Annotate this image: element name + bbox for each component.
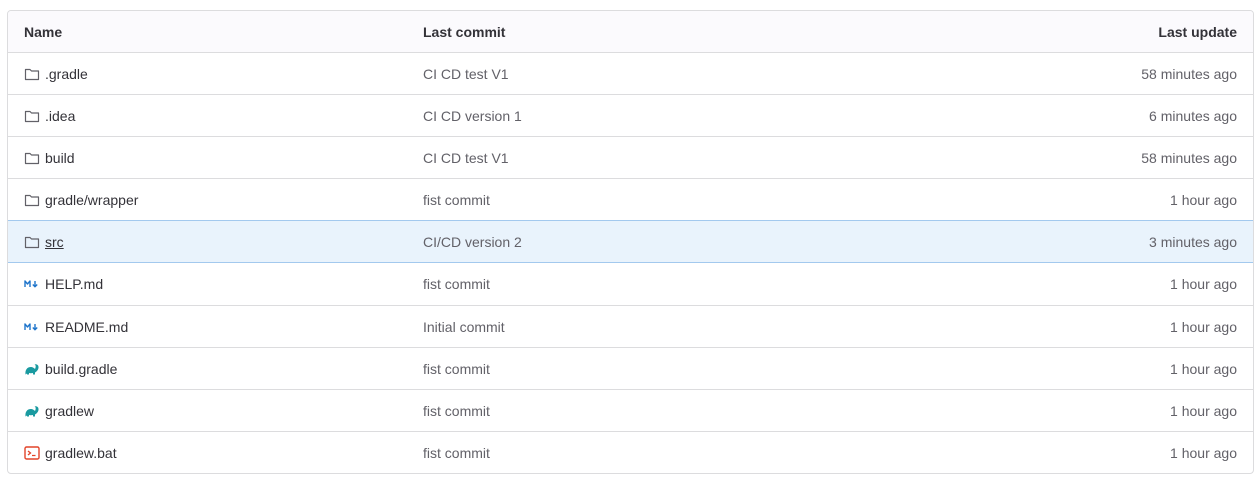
commit-message-link[interactable]: fist commit bbox=[423, 192, 993, 208]
table-row[interactable]: gradlew fist commit 1 hour ago bbox=[8, 389, 1253, 431]
file-name-link[interactable]: .gradle bbox=[45, 66, 88, 82]
last-update-time: 1 hour ago bbox=[1170, 444, 1237, 461]
file-name-link[interactable]: build.gradle bbox=[45, 361, 117, 377]
file-name-link[interactable]: gradlew bbox=[45, 403, 94, 419]
commit-message-link[interactable]: CI CD test V1 bbox=[423, 150, 993, 166]
last-update-time: 58 minutes ago bbox=[1141, 149, 1237, 166]
commit-message-link[interactable]: fist commit bbox=[423, 276, 993, 292]
commit-message-link[interactable]: fist commit bbox=[423, 361, 993, 377]
table-row[interactable]: gradlew.bat fist commit 1 hour ago bbox=[8, 431, 1253, 473]
last-update-time: 58 minutes ago bbox=[1141, 65, 1237, 82]
file-name-link[interactable]: HELP.md bbox=[45, 276, 103, 292]
table-row[interactable]: build.gradle fist commit 1 hour ago bbox=[8, 347, 1253, 389]
table-row[interactable]: README.md Initial commit 1 hour ago bbox=[8, 305, 1253, 347]
file-name-link[interactable]: gradlew.bat bbox=[45, 445, 117, 461]
folder-icon bbox=[24, 66, 40, 82]
commit-message-link[interactable]: fist commit bbox=[423, 445, 993, 461]
terminal-icon bbox=[24, 445, 40, 461]
last-update-time: 1 hour ago bbox=[1170, 360, 1237, 377]
header-last-update: Last update bbox=[1158, 23, 1237, 40]
table-row[interactable]: gradle/wrapper fist commit 1 hour ago bbox=[8, 178, 1253, 220]
last-update-time: 1 hour ago bbox=[1170, 318, 1237, 335]
table-row[interactable]: .gradle CI CD test V1 58 minutes ago bbox=[8, 52, 1253, 94]
commit-message-link[interactable]: Initial commit bbox=[423, 319, 993, 335]
commit-message-link[interactable]: CI CD test V1 bbox=[423, 66, 993, 82]
table-row[interactable]: src CI/CD version 2 3 minutes ago bbox=[8, 220, 1253, 263]
folder-icon bbox=[24, 192, 40, 208]
file-name-link[interactable]: .idea bbox=[45, 108, 75, 124]
file-name-link[interactable]: src bbox=[45, 234, 64, 250]
commit-message-link[interactable]: CI/CD version 2 bbox=[423, 234, 993, 250]
header-name: Name bbox=[24, 23, 63, 40]
markdown-icon bbox=[24, 319, 40, 335]
gradle-icon bbox=[24, 403, 40, 419]
file-name-link[interactable]: README.md bbox=[45, 319, 128, 335]
folder-icon bbox=[24, 150, 40, 166]
last-update-time: 1 hour ago bbox=[1170, 276, 1237, 292]
commit-message-link[interactable]: fist commit bbox=[423, 403, 993, 419]
commit-message-link[interactable]: CI CD version 1 bbox=[423, 108, 993, 124]
file-name-link[interactable]: build bbox=[45, 150, 75, 166]
folder-icon bbox=[24, 108, 40, 124]
markdown-icon bbox=[24, 276, 40, 292]
table-row[interactable]: build CI CD test V1 58 minutes ago bbox=[8, 136, 1253, 178]
folder-icon bbox=[24, 234, 40, 250]
last-update-time: 1 hour ago bbox=[1170, 191, 1237, 208]
file-tree-table: Name Last commit Last update .gradle CI … bbox=[7, 10, 1254, 474]
last-update-time: 3 minutes ago bbox=[1149, 233, 1237, 250]
last-update-time: 6 minutes ago bbox=[1149, 107, 1237, 124]
table-row[interactable]: HELP.md fist commit 1 hour ago bbox=[8, 263, 1253, 305]
file-name-link[interactable]: gradle/wrapper bbox=[45, 192, 138, 208]
table-header: Name Last commit Last update bbox=[8, 11, 1253, 52]
header-last-commit: Last commit bbox=[423, 23, 506, 40]
last-update-time: 1 hour ago bbox=[1170, 402, 1237, 419]
gradle-icon bbox=[24, 361, 40, 377]
table-row[interactable]: .idea CI CD version 1 6 minutes ago bbox=[8, 94, 1253, 136]
